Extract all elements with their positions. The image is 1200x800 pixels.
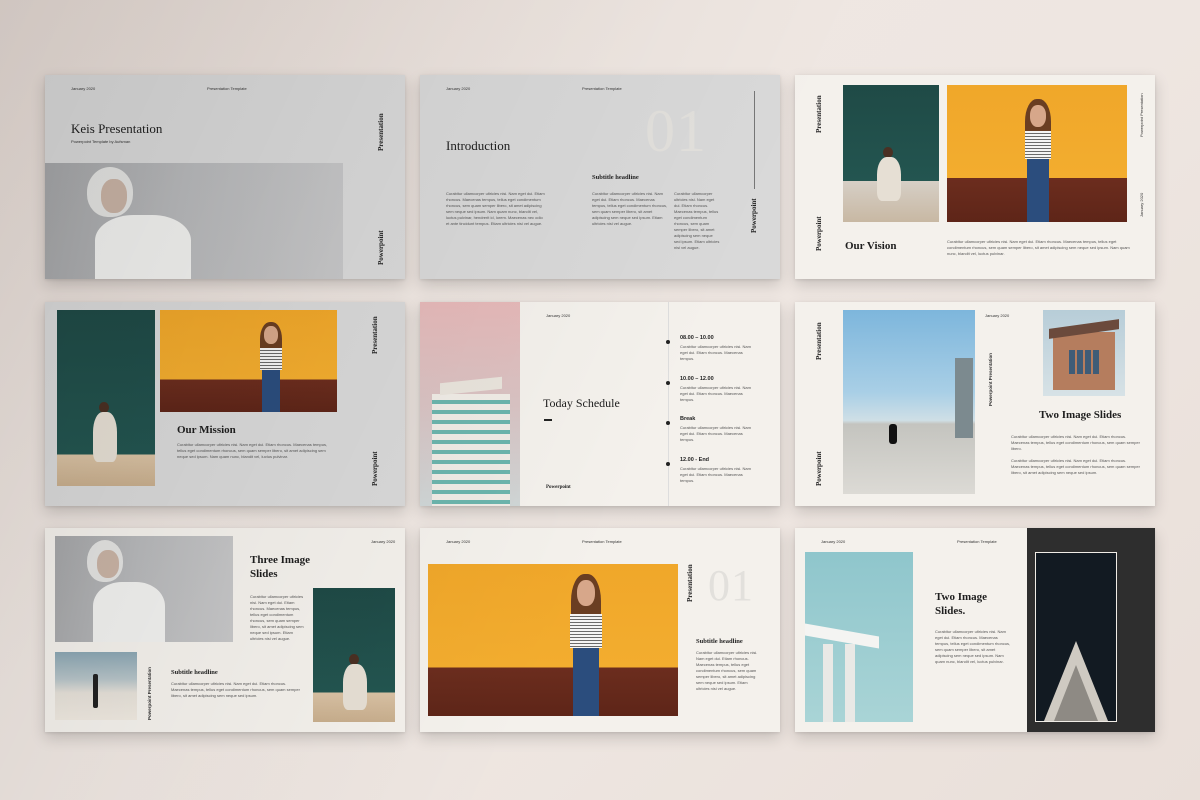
vertical-label-top: Presentation [371, 316, 379, 354]
body-text: Curabitur ullamcorper ultricies nisi. Na… [250, 594, 304, 641]
subtitle-headline: Subtitle headline [592, 174, 639, 181]
slide-three-image-slides[interactable]: January 2020 Three Image Slides Curabitu… [45, 528, 405, 732]
body-text-right: Curabitur ullamcorper ultricies nisi. Na… [674, 191, 720, 250]
brand-label: Powerpoint [546, 485, 571, 490]
slide-title: Introduction [446, 138, 511, 153]
vertical-label-top: Presentation [377, 113, 385, 151]
slide-label: Presentation Template [207, 86, 247, 91]
subtitle-headline: Subtitle headline [171, 669, 218, 676]
slide-date: January 2020 [1139, 192, 1144, 217]
slide-our-vision[interactable]: Presentation Powerpoint Presentation Jan… [795, 75, 1155, 279]
vertical-label: Presentation [686, 564, 694, 602]
slide-title-line-1: Two Image [935, 591, 988, 603]
slide-number: 01 [645, 98, 707, 164]
triangular-building-image [1035, 552, 1117, 722]
slide-title: Two Image Slides [1039, 409, 1122, 421]
slide-two-image-slides[interactable]: Presentation Powerpoint January 2020 Pow… [795, 302, 1155, 506]
vertical-label-bottom: Powerpoint [815, 451, 823, 486]
woman-portrait-image [55, 536, 233, 642]
body-text: Curabitur ullamcorper ultricies nisi. Na… [935, 629, 1011, 664]
woman-portrait-image [45, 163, 343, 279]
schedule-time: Break [680, 416, 696, 422]
slide-title-line-2: Slides [250, 568, 278, 580]
slide-date: January 2020 [371, 539, 396, 544]
slide-date: January 2020 [71, 86, 96, 91]
tower-building-image [420, 302, 520, 506]
timeline-dot [666, 340, 670, 344]
body-text: Curabitur ullamcorper ultricies nisi. Na… [947, 239, 1130, 256]
vertical-label-bottom: Powerpoint [377, 230, 385, 265]
slide-title: Our Vision [845, 240, 897, 252]
slide-subtitle-headline-01[interactable]: January 2020 Presentation Template Prese… [420, 528, 780, 732]
schedule-text: Curabitur ullamcorper ultricies nisi. Na… [680, 385, 751, 402]
slide-label: Presentation Template [582, 539, 622, 544]
slide-title: Today Schedule [543, 396, 620, 410]
woman-teal-wall-image [843, 85, 939, 222]
schedule-time: 12.00 - End [680, 457, 710, 463]
vertical-label-mid: Powerpoint Presentation [988, 352, 993, 406]
body-text: Curabitur ullamcorper ultricies nisi. Na… [696, 650, 758, 691]
slide-number: 01 [708, 561, 754, 610]
woman-teal-wall-image [57, 310, 155, 486]
slide-date: January 2020 [446, 86, 471, 91]
slide-two-image-slides-dark[interactable]: January 2020 Presentation Template Two I… [795, 528, 1155, 732]
timeline-dot [666, 381, 670, 385]
slide-our-mission[interactable]: Our Mission Curabitur ullamcorper ultric… [45, 302, 405, 506]
slide-date: January 2020 [446, 539, 471, 544]
schedule-text: Curabitur ullamcorper ultricies nisi. Na… [680, 466, 751, 483]
woman-yellow-wall-image [947, 85, 1127, 222]
vertical-label-top: Presentation [815, 322, 823, 360]
slide-today-schedule[interactable]: January 2020 Today Schedule Powerpoint 0… [420, 302, 780, 506]
body-text-2: Curabitur ullamcorper ultricies nisi. Na… [1011, 458, 1140, 475]
slide-date: January 2020 [821, 539, 846, 544]
slide-title: Keis Presentation [71, 121, 163, 136]
slide-date: January 2020 [546, 313, 571, 318]
vertical-label-bottom: Powerpoint [371, 451, 379, 486]
woman-yellow-wall-image [428, 564, 678, 716]
timeline-dot [666, 462, 670, 466]
slide-label: Presentation Template [957, 539, 997, 544]
woman-teal-wall-image [313, 588, 395, 722]
architecture-white-image [805, 552, 913, 722]
timeline-dot [666, 421, 670, 425]
sub-body-text: Curabitur ullamcorper ultricies nisi. Na… [171, 681, 300, 698]
schedule-text: Curabitur ullamcorper ultricies nisi. Na… [680, 344, 751, 361]
title-underline [544, 419, 552, 421]
beach-woman-image [55, 652, 137, 720]
schedule-text: Curabitur ullamcorper ultricies nisi. Na… [680, 425, 751, 442]
wooden-house-image [1043, 310, 1125, 396]
vertical-label: Powerpoint [750, 198, 758, 233]
slide-keis-presentation[interactable]: January 2020 Presentation Template Keis … [45, 75, 405, 279]
vertical-label-top: Presentation [815, 95, 823, 133]
schedule-time: 10.00 – 12.00 [680, 376, 714, 382]
slide-title: Our Mission [177, 424, 236, 436]
body-text-mid: Curabitur ullamcorper ultricies nisi. Na… [592, 191, 668, 226]
slide-label: Presentation Template [582, 86, 622, 91]
body-text-left: Curabitur ullamcorper ultricies nisi. Na… [446, 191, 545, 226]
slide-date: January 2020 [985, 313, 1010, 318]
subtitle-headline: Subtitle headline [696, 638, 743, 645]
body-text: Curabitur ullamcorper ultricies nisi. Na… [177, 442, 328, 459]
skateboarder-rooftop-image [843, 310, 975, 494]
slide-title-line-2: Slides. [935, 605, 966, 617]
slide-subtitle: Powerpoint Template by Aufsman [71, 139, 131, 144]
body-text-1: Curabitur ullamcorper ultricies nisi. Na… [1011, 434, 1140, 451]
vertical-label-bottom: Powerpoint [815, 216, 823, 251]
slide-title-line-1: Three Image [250, 554, 310, 566]
vertical-label: Powerpoint Presentation [147, 666, 152, 720]
right-label: Powerpoint Presentation [1139, 93, 1144, 137]
schedule-time: 08.00 – 10.00 [680, 335, 714, 341]
vertical-divider [754, 91, 755, 189]
slide-introduction[interactable]: January 2020 Presentation Template 01 In… [420, 75, 780, 279]
timeline-line [668, 302, 669, 506]
woman-yellow-wall-image [160, 310, 337, 412]
